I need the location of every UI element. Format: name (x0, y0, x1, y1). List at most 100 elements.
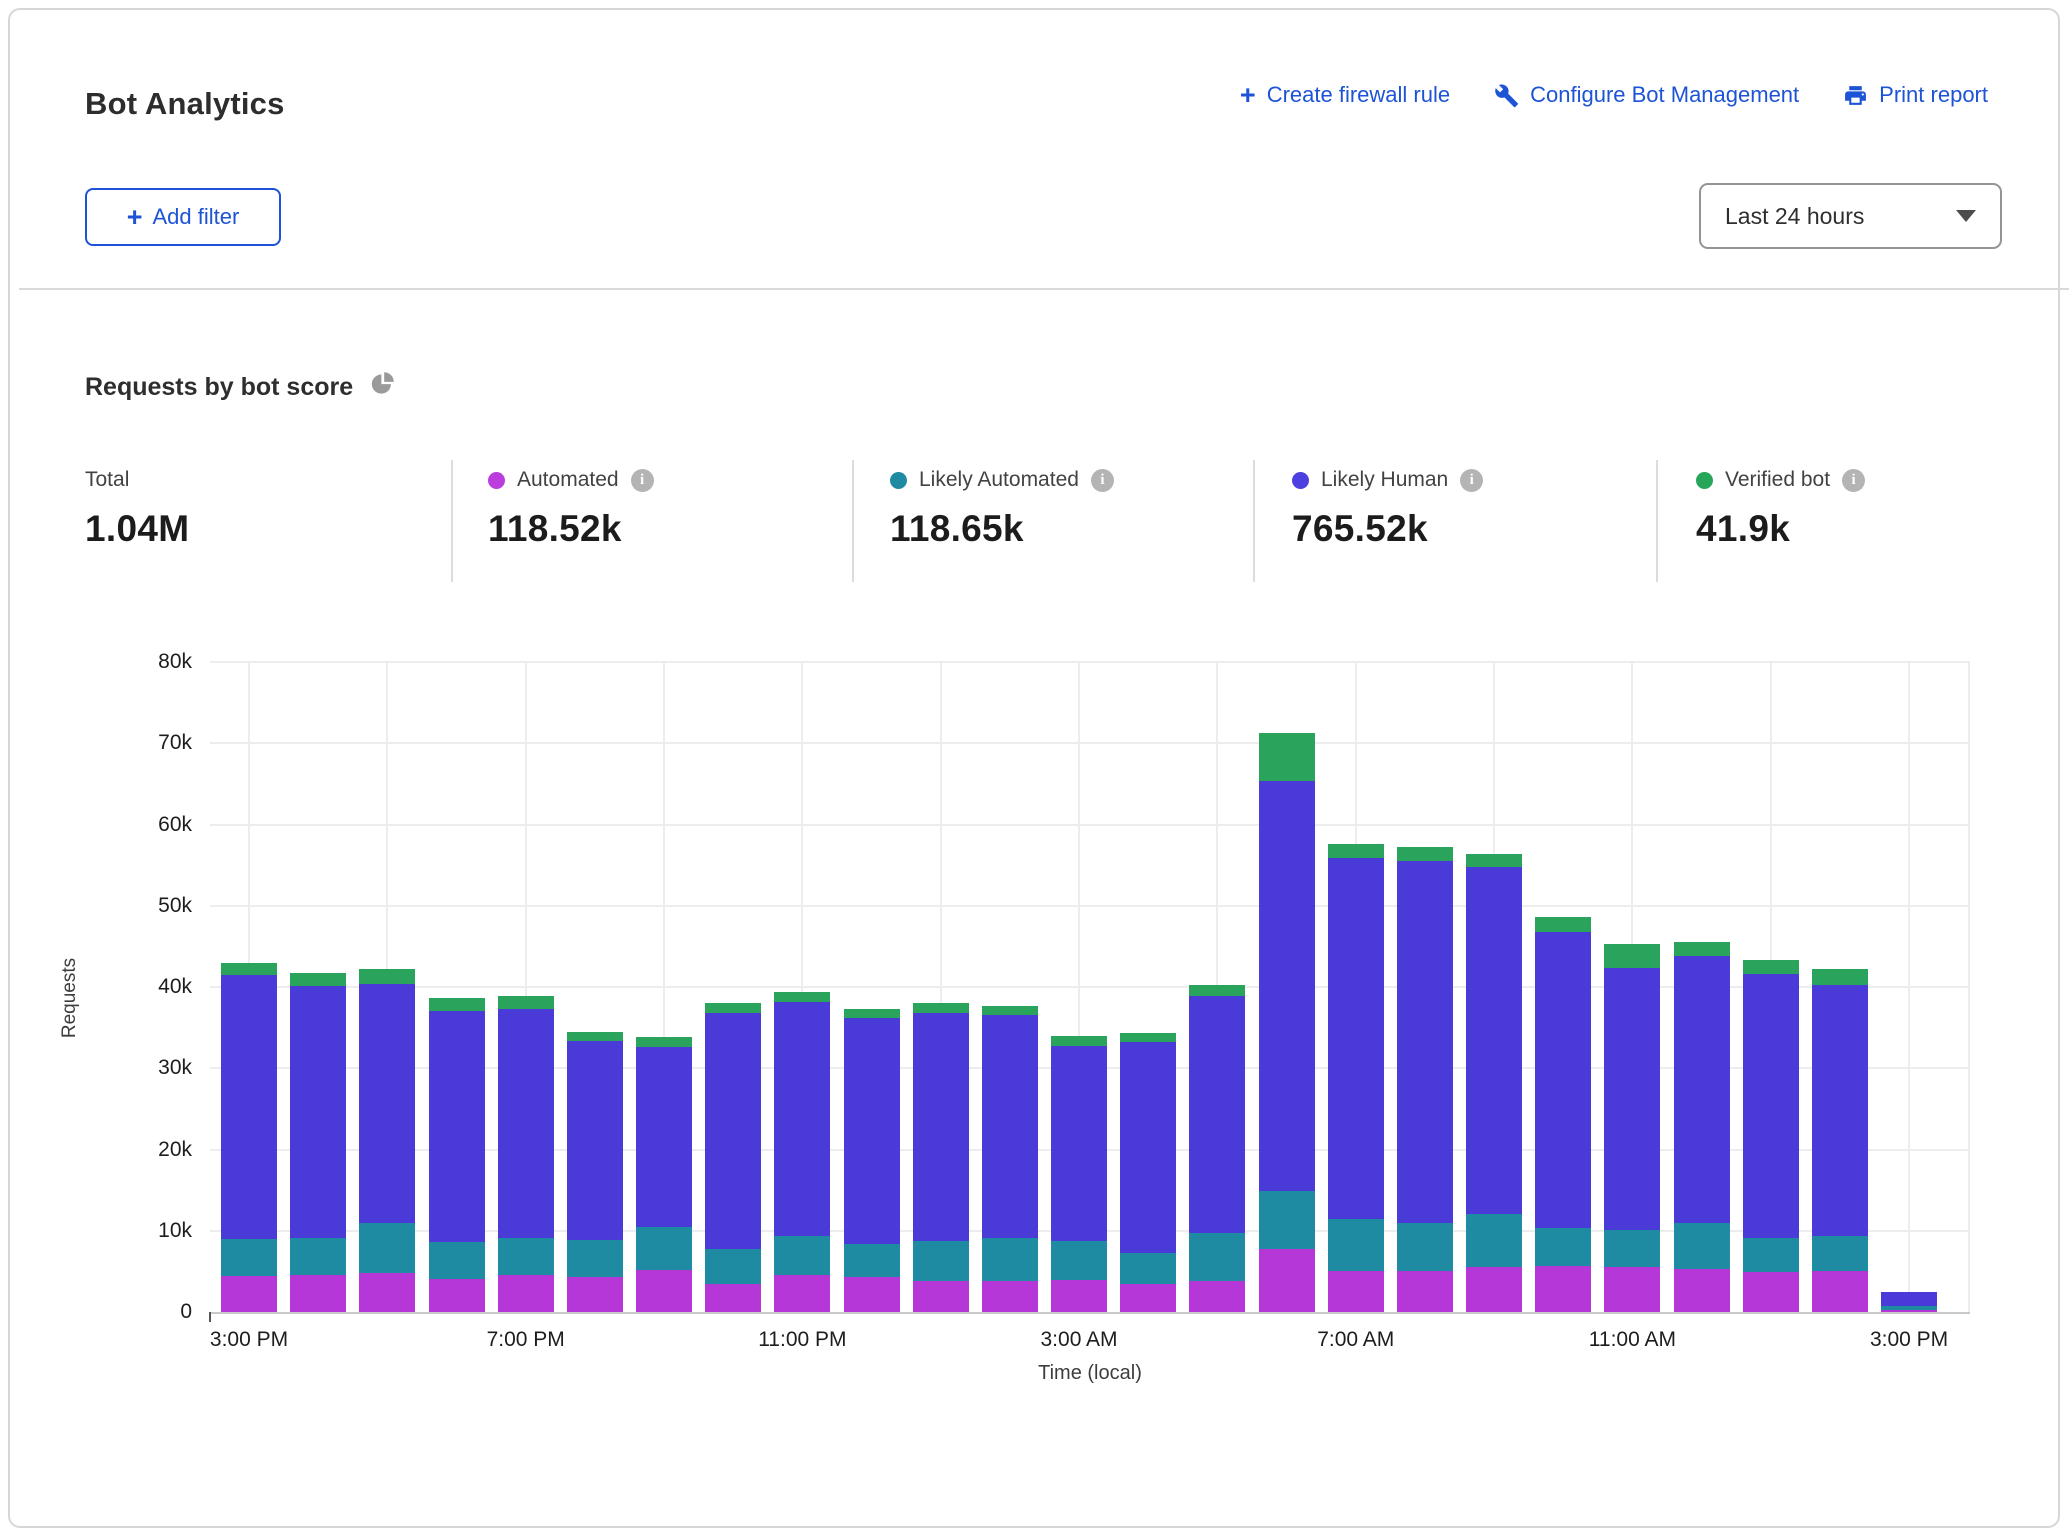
gridline-horizontal (210, 905, 1970, 907)
bar-300am[interactable] (1051, 1036, 1107, 1312)
bar-1100am[interactable] (1604, 944, 1660, 1312)
x-tick-label: 3:00 PM (169, 1328, 329, 1352)
bar-segment-automated (913, 1281, 969, 1312)
create-firewall-rule-link[interactable]: + Create firewall rule (1240, 82, 1450, 108)
bar-segment-verified-bot (429, 998, 485, 1012)
bar-300pm[interactable] (1881, 1292, 1937, 1312)
bar-600pm[interactable] (429, 998, 485, 1312)
bar-1100pm[interactable] (774, 992, 830, 1312)
bar-segment-automated (1674, 1269, 1730, 1312)
add-filter-button[interactable]: + Add filter (85, 188, 281, 246)
bar-segment-likely-human (221, 975, 277, 1239)
bar-100am[interactable] (913, 1003, 969, 1312)
bar-segment-automated (221, 1276, 277, 1312)
bar-800pm[interactable] (567, 1032, 623, 1312)
bar-segment-likely-human (636, 1047, 692, 1227)
bar-segment-likely-automated (1051, 1241, 1107, 1280)
header-divider (19, 288, 2069, 290)
bar-800am[interactable] (1397, 847, 1453, 1312)
gridline-vertical (1968, 662, 1970, 1312)
bar-100pm[interactable] (1743, 960, 1799, 1312)
y-axis-title: Requests (59, 898, 81, 1098)
stat-label: Automated (517, 468, 619, 492)
bar-segment-likely-automated (1743, 1238, 1799, 1272)
bar-segment-automated (290, 1275, 346, 1312)
bar-segment-likely-automated (1812, 1236, 1868, 1272)
bar-segment-likely-automated (567, 1240, 623, 1277)
bar-segment-likely-automated (636, 1227, 692, 1270)
x-tick-label: 7:00 PM (446, 1328, 606, 1352)
bar-segment-automated (1259, 1249, 1315, 1312)
print-report-link[interactable]: Print report (1843, 82, 1988, 108)
bar-segment-likely-human (1051, 1046, 1107, 1242)
bot-analytics-panel: Bot Analytics + Create firewall rule Con… (8, 8, 2060, 1528)
bar-400am[interactable] (1120, 1033, 1176, 1313)
bar-segment-verified-bot (498, 996, 554, 1009)
bar-segment-automated (429, 1279, 485, 1312)
bar-segment-likely-human (1743, 974, 1799, 1238)
bar-segment-verified-bot (1328, 844, 1384, 858)
bar-400pm[interactable] (290, 973, 346, 1312)
bar-200am[interactable] (982, 1006, 1038, 1312)
info-icon[interactable]: i (1460, 469, 1483, 492)
bar-200pm[interactable] (1812, 969, 1868, 1312)
bar-500am[interactable] (1189, 985, 1245, 1312)
configure-bot-management-link[interactable]: Configure Bot Management (1494, 82, 1799, 108)
bar-segment-verified-bot (705, 1003, 761, 1013)
info-icon[interactable]: i (631, 469, 654, 492)
bar-segment-likely-automated (1259, 1191, 1315, 1250)
time-range-value: Last 24 hours (1725, 203, 1864, 230)
bar-segment-verified-bot (913, 1003, 969, 1013)
bar-segment-verified-bot (1604, 944, 1660, 968)
bar-300pm[interactable] (221, 963, 277, 1312)
bar-segment-verified-bot (1120, 1033, 1176, 1043)
stat-divider (1253, 460, 1255, 582)
bar-segment-automated (1051, 1280, 1107, 1312)
bar-900am[interactable] (1466, 854, 1522, 1312)
bar-segment-likely-automated (1674, 1223, 1730, 1269)
bar-1200pm[interactable] (1674, 942, 1730, 1312)
bar-segment-automated (844, 1277, 900, 1312)
bar-900pm[interactable] (636, 1037, 692, 1312)
bar-segment-verified-bot (1189, 985, 1245, 996)
bar-segment-likely-human (705, 1013, 761, 1249)
bar-segment-likely-automated (429, 1242, 485, 1279)
legend-dot-automated (488, 472, 505, 489)
x-tick-label: 7:00 AM (1276, 1328, 1436, 1352)
bar-segment-likely-human (1189, 996, 1245, 1233)
bar-segment-verified-bot (844, 1009, 900, 1018)
x-tick-label: 3:00 AM (999, 1328, 1159, 1352)
stat-value: 118.65k (890, 508, 1114, 550)
bar-segment-likely-human (498, 1009, 554, 1238)
bar-segment-likely-human (1397, 861, 1453, 1223)
stat-value: 41.9k (1696, 508, 1865, 550)
bar-segment-automated (1189, 1281, 1245, 1312)
bar-segment-automated (567, 1277, 623, 1312)
y-tick-label: 70k (112, 731, 192, 755)
printer-icon (1843, 83, 1868, 108)
bar-1000am[interactable] (1535, 917, 1591, 1312)
info-icon[interactable]: i (1842, 469, 1865, 492)
bar-segment-likely-human (982, 1015, 1038, 1238)
bar-600am[interactable] (1259, 733, 1315, 1312)
bar-500pm[interactable] (359, 969, 415, 1312)
bar-segment-likely-automated (705, 1249, 761, 1285)
time-range-dropdown[interactable]: Last 24 hours (1699, 183, 2002, 249)
bar-segment-likely-human (567, 1041, 623, 1239)
bar-segment-likely-automated (913, 1241, 969, 1282)
bar-700pm[interactable] (498, 996, 554, 1312)
bar-segment-verified-bot (774, 992, 830, 1002)
y-tick-label: 50k (112, 894, 192, 918)
bar-1000pm[interactable] (705, 1003, 761, 1312)
bar-1200am[interactable] (844, 1009, 900, 1312)
bar-segment-automated (1120, 1284, 1176, 1312)
stat-likely-human: Likely Human i 765.52k (1292, 468, 1483, 550)
bar-segment-likely-automated (844, 1244, 900, 1277)
info-icon[interactable]: i (1091, 469, 1114, 492)
bar-segment-verified-bot (221, 963, 277, 975)
bar-segment-likely-human (913, 1013, 969, 1241)
y-zero-tick (209, 1312, 211, 1322)
x-tick-label: 3:00 PM (1829, 1328, 1989, 1352)
bar-700am[interactable] (1328, 844, 1384, 1312)
wrench-icon (1494, 83, 1519, 108)
